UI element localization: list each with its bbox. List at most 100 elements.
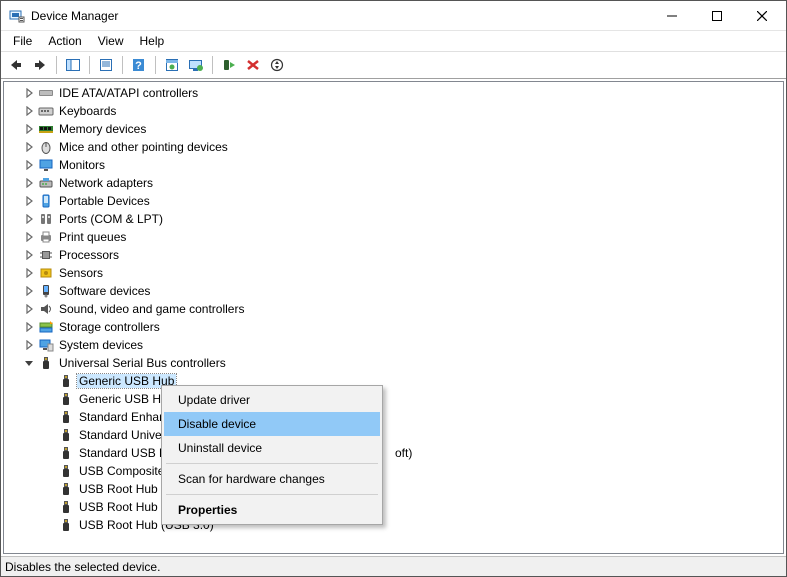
toolbar-separator (155, 56, 156, 74)
menu-view[interactable]: View (90, 32, 132, 50)
context-menu-separator (166, 463, 378, 464)
context-menu-item[interactable]: Scan for hardware changes (164, 467, 380, 491)
toolbar-separator (56, 56, 57, 74)
tree-device[interactable]: Standard Universal PCI to USB Host Contr… (8, 426, 783, 444)
window-controls (649, 1, 784, 30)
chevron-right-icon[interactable] (22, 248, 36, 262)
tree-device[interactable]: USB Root Hub (USB 3.0) (8, 516, 783, 534)
tree-device[interactable]: USB Composite Device (8, 462, 783, 480)
usb-icon (58, 499, 74, 515)
tree-device[interactable]: Standard Enhanced PCI to USB Host Contro… (8, 408, 783, 426)
tree-category[interactable]: Processors (8, 246, 783, 264)
tree-category[interactable]: Software devices (8, 282, 783, 300)
menu-action[interactable]: Action (40, 32, 89, 50)
context-menu-item[interactable]: Disable device (164, 412, 380, 436)
menu-help[interactable]: Help (132, 32, 173, 50)
chevron-right-icon[interactable] (22, 176, 36, 190)
context-menu-separator (166, 494, 378, 495)
tree-category-label: Print queues (57, 230, 128, 244)
toolbar-forward-button[interactable] (29, 54, 51, 76)
chevron-right-icon[interactable] (22, 86, 36, 100)
toolbar-help-button[interactable]: ? (128, 54, 150, 76)
toolbar-back-button[interactable] (5, 54, 27, 76)
toolbar-separator (122, 56, 123, 74)
tree-category[interactable]: IDE ATA/ATAPI controllers (8, 84, 783, 102)
tree-category[interactable]: Network adapters (8, 174, 783, 192)
usb-icon (58, 463, 74, 479)
tree-category[interactable]: Memory devices (8, 120, 783, 138)
statusbar: Disables the selected device. (1, 556, 786, 576)
tree-category-label: Portable Devices (57, 194, 152, 208)
toolbar-display-button[interactable] (185, 54, 207, 76)
chevron-right-icon[interactable] (22, 140, 36, 154)
toolbar-uninstall-button[interactable] (242, 54, 264, 76)
tree-device-label-tail: oft) (395, 446, 412, 460)
chevron-right-icon[interactable] (22, 104, 36, 118)
tree-category-label: System devices (57, 338, 145, 352)
maximize-button[interactable] (694, 1, 739, 30)
tree-category-label: Ports (COM & LPT) (57, 212, 165, 226)
tree-category[interactable]: Portable Devices (8, 192, 783, 210)
context-menu: Update driverDisable deviceUninstall dev… (161, 385, 383, 525)
tree-device[interactable]: Standard USB Host Controlleroft) (8, 444, 783, 462)
toolbar-enable-button[interactable] (218, 54, 240, 76)
tree-device[interactable]: USB Root Hub (8, 498, 783, 516)
tree-category[interactable]: Monitors (8, 156, 783, 174)
tree-category[interactable]: Sound, video and game controllers (8, 300, 783, 318)
tree-category-label: Processors (57, 248, 121, 262)
toolbar: ? (1, 51, 786, 79)
tree-category[interactable]: Mice and other pointing devices (8, 138, 783, 156)
device-tree[interactable]: IDE ATA/ATAPI controllersKeyboards Memory… (4, 82, 783, 553)
tree-device[interactable]: USB Root Hub (8, 480, 783, 498)
chevron-right-icon[interactable] (22, 212, 36, 226)
svg-text:?: ? (135, 60, 142, 72)
portable-icon (38, 193, 54, 209)
tree-category[interactable]: Ports (COM & LPT) (8, 210, 783, 228)
context-menu-item[interactable]: Update driver (164, 388, 380, 412)
close-button[interactable] (739, 1, 784, 30)
chevron-down-icon[interactable] (22, 356, 36, 370)
tree-category-label: Software devices (57, 284, 152, 298)
toolbar-show-hide-tree-button[interactable] (62, 54, 84, 76)
chevron-right-icon[interactable] (22, 284, 36, 298)
context-menu-item[interactable]: Uninstall device (164, 436, 380, 460)
tree-category-expanded[interactable]: Universal Serial Bus controllers (8, 354, 783, 372)
tree-category-label: Monitors (57, 158, 107, 172)
tree-category[interactable]: System devices (8, 336, 783, 354)
sensor-icon (38, 265, 54, 281)
chevron-right-icon[interactable] (22, 122, 36, 136)
mouse-icon (38, 139, 54, 155)
toolbar-scan-button[interactable] (266, 54, 288, 76)
context-menu-item[interactable]: Properties (164, 498, 380, 522)
tree-category[interactable]: Keyboards (8, 102, 783, 120)
tree-category[interactable]: Print queues (8, 228, 783, 246)
keyboard-icon (38, 103, 54, 119)
chevron-right-icon[interactable] (22, 158, 36, 172)
minimize-button[interactable] (649, 1, 694, 30)
tree-device-label: USB Root Hub (77, 482, 160, 496)
chevron-right-icon[interactable] (22, 338, 36, 352)
chevron-right-icon[interactable] (22, 266, 36, 280)
software-icon (38, 283, 54, 299)
usb-icon (58, 373, 74, 389)
usb-icon (58, 517, 74, 533)
chevron-right-icon[interactable] (22, 230, 36, 244)
tree-device[interactable]: Generic USB Hub (8, 372, 783, 390)
toolbar-properties-button[interactable] (95, 54, 117, 76)
tree-category-label: Memory devices (57, 122, 148, 136)
chevron-right-icon[interactable] (22, 320, 36, 334)
tree-container: IDE ATA/ATAPI controllersKeyboards Memory… (3, 81, 784, 554)
tree-device-label: USB Root Hub (77, 500, 160, 514)
usb-icon (58, 409, 74, 425)
chevron-right-icon[interactable] (22, 302, 36, 316)
tree-device[interactable]: Generic USB Hub (8, 390, 783, 408)
printer-icon (38, 229, 54, 245)
network-icon (38, 175, 54, 191)
chevron-right-icon[interactable] (22, 194, 36, 208)
tree-category[interactable]: Storage controllers (8, 318, 783, 336)
toolbar-update-driver-button[interactable] (161, 54, 183, 76)
menu-file[interactable]: File (5, 32, 40, 50)
tree-category-label: Storage controllers (57, 320, 162, 334)
tree-category-label: Sensors (57, 266, 105, 280)
tree-category[interactable]: Sensors (8, 264, 783, 282)
